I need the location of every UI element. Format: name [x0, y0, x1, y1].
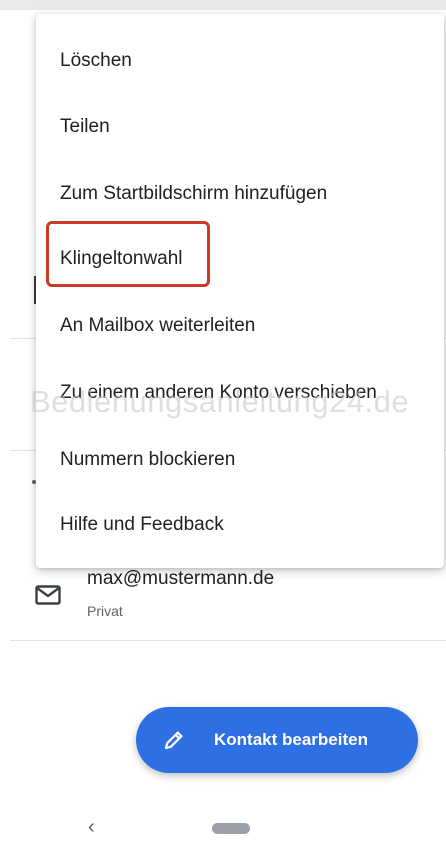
menu-item-loeschen[interactable]: Löschen — [60, 46, 132, 76]
edit-contact-label: Kontakt bearbeiten — [214, 730, 368, 749]
menu-item-teilen[interactable]: Teilen — [60, 112, 110, 142]
email-type-label: Privat — [87, 603, 123, 619]
menu-item-startbildschirm[interactable]: Zum Startbildschirm hinzufügen — [60, 179, 327, 209]
menu-item-konto-verschieben[interactable]: Zu einem anderen Konto verschieben — [60, 378, 377, 408]
overflow-menu: Löschen Teilen Zum Startbildschirm hinzu… — [36, 14, 444, 568]
email-address: max@mustermann.de — [87, 568, 275, 589]
menu-item-klingeltonwahl[interactable]: Klingeltonwahl — [60, 244, 183, 274]
pencil-icon — [164, 731, 183, 750]
edit-contact-button[interactable]: Kontakt bearbeiten — [136, 707, 418, 773]
menu-item-hilfe-feedback[interactable]: Hilfe und Feedback — [60, 510, 224, 540]
menu-item-mailbox[interactable]: An Mailbox weiterleiten — [60, 311, 255, 341]
back-chevron-icon[interactable]: ‹ — [88, 816, 95, 839]
menu-item-nummern-blockieren[interactable]: Nummern blockieren — [60, 445, 235, 475]
divider — [10, 640, 446, 641]
home-pill[interactable] — [212, 823, 250, 834]
status-bar-strip — [0, 0, 446, 10]
mail-icon — [35, 585, 61, 605]
